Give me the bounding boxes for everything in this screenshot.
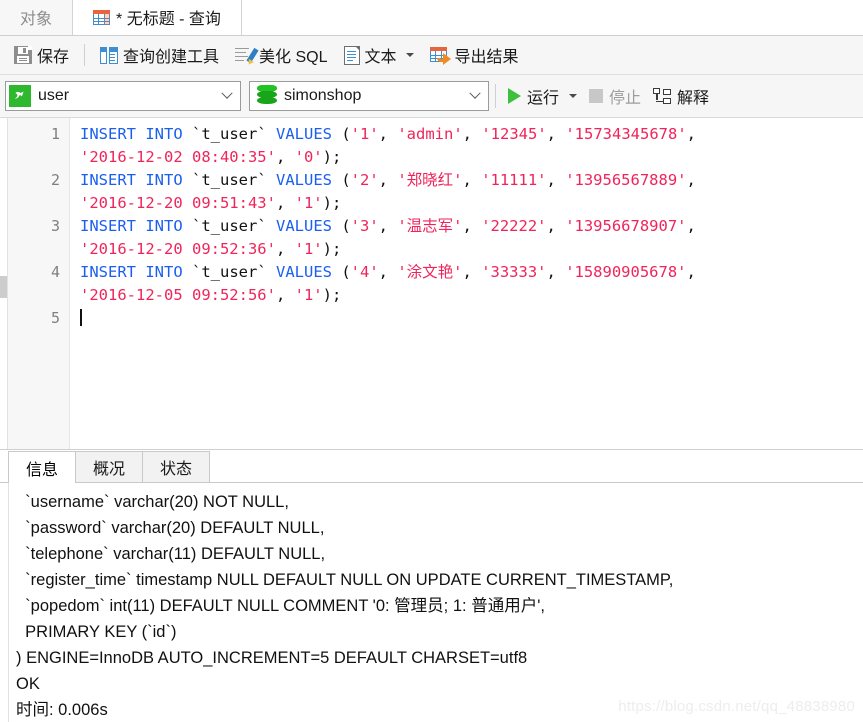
line-number-wrap: .	[8, 146, 69, 169]
result-panel: 信息 概况 状态 `username` varchar(20) NOT NULL, …	[0, 450, 863, 722]
code-line-continuation: '2016-12-05 09:52:56', '1');	[80, 286, 342, 304]
line-number-wrap: .	[8, 192, 69, 215]
result-tab-label: 信息	[26, 461, 59, 479]
tab-query[interactable]: * 无标题 - 查询	[73, 0, 242, 35]
run-button[interactable]: 运行	[502, 81, 583, 111]
result-tab-2[interactable]: 状态	[142, 451, 211, 482]
database-dropdown-arrow[interactable]	[462, 82, 488, 110]
connection-dropdown-arrow[interactable]	[214, 82, 240, 110]
query-builder-label: 查询创建工具	[123, 49, 220, 66]
export-result-icon	[429, 46, 451, 65]
line-number-wrap: .	[8, 284, 69, 307]
text-cursor	[80, 309, 82, 326]
editor-line-number-gutter: 1. 2. 3. 4. 5	[8, 118, 70, 449]
result-output-line: 时间: 0.006s	[16, 701, 108, 719]
line-number-wrap: .	[8, 238, 69, 261]
stop-square-icon	[589, 89, 604, 103]
result-output-line: `telephone` varchar(11) DEFAULT NULL,	[16, 545, 326, 563]
save-button-label: 保存	[37, 49, 70, 66]
result-output-line: `register_time` timestamp NULL DEFAULT N…	[16, 571, 674, 589]
export-result-button[interactable]: 导出结果	[422, 40, 527, 70]
editor-scroll-thumb[interactable]	[0, 276, 7, 298]
sql-editor[interactable]: 1. 2. 3. 4. 5 INSERT INTO `t_user` VALUES ('…	[0, 118, 863, 450]
beautify-pencil-icon	[235, 47, 259, 66]
result-body: `username` varchar(20) NOT NULL, `passwo…	[0, 483, 863, 722]
result-output-line: `password` varchar(20) DEFAULT NULL,	[16, 519, 325, 537]
result-left-rail	[0, 483, 9, 722]
explain-button-label: 解释	[677, 90, 710, 107]
toolbar2-separator	[495, 84, 496, 108]
document-text-icon	[343, 45, 360, 65]
connection-value: user	[38, 87, 70, 104]
text-view-button[interactable]: 文本	[336, 40, 422, 70]
save-button[interactable]: 保存	[6, 40, 77, 70]
save-floppy-icon	[14, 46, 32, 64]
mysql-dolphin-icon	[9, 85, 31, 107]
play-icon	[508, 88, 521, 104]
toolbar-separator	[84, 44, 86, 66]
explain-plan-icon	[653, 88, 672, 104]
query-builder-icon	[100, 46, 119, 64]
code-line: INSERT INTO `t_user` VALUES ('1', 'admin…	[80, 125, 697, 143]
code-line-continuation: '2016-12-20 09:51:43', '1');	[80, 194, 342, 212]
tabbar-filler	[241, 0, 863, 35]
run-chevron-down-icon[interactable]	[569, 94, 578, 98]
grid-table-icon	[93, 9, 111, 25]
beautify-sql-label: 美化 SQL	[259, 49, 328, 66]
stop-button[interactable]: 停止	[583, 81, 647, 111]
beautify-sql-button[interactable]: 美化 SQL	[227, 40, 335, 70]
result-output-line: `username` varchar(20) NOT NULL,	[16, 493, 289, 511]
code-line: INSERT INTO `t_user` VALUES ('2', '郑晓红',…	[80, 171, 696, 189]
query-builder-button[interactable]: 查询创建工具	[92, 40, 227, 70]
code-line: INSERT INTO `t_user` VALUES ('3', '温志军',…	[80, 217, 696, 235]
result-output-line: `popedom` int(11) DEFAULT NULL COMMENT '…	[16, 597, 545, 615]
code-line-continuation: '2016-12-20 09:52:36', '1');	[80, 240, 342, 258]
result-output-text: `username` varchar(20) NOT NULL, `passwo…	[9, 483, 863, 722]
connection-select[interactable]: user	[5, 81, 241, 111]
result-tab-1[interactable]: 概况	[75, 451, 144, 482]
tab-query-label: * 无标题 - 查询	[116, 11, 221, 28]
tab-object[interactable]: 对象	[0, 0, 74, 35]
export-result-label: 导出结果	[454, 49, 519, 66]
line-number: 3	[50, 217, 60, 235]
database-select[interactable]: simonshop	[249, 81, 489, 111]
text-view-label: 文本	[364, 49, 397, 66]
run-button-label: 运行	[527, 90, 560, 107]
line-number: 5	[50, 309, 60, 327]
result-tab-label: 概况	[93, 461, 126, 478]
database-cylinder-icon	[257, 85, 277, 107]
main-toolbar: 保存 查询创建工具 美化 SQL 文本 导出结果	[0, 36, 863, 75]
connection-toolbar: user simonshop 运行 停止 解释	[0, 75, 863, 118]
editor-code-area[interactable]: INSERT INTO `t_user` VALUES ('1', 'admin…	[70, 118, 863, 449]
stop-button-label: 停止	[609, 90, 642, 107]
navicat-query-window: 对象 * 无标题 - 查询 保存 查询创建工具 美化 SQL 文本 导出结果 u…	[0, 0, 863, 722]
code-line-continuation: '2016-12-02 08:40:35', '0');	[80, 148, 342, 166]
result-output-line: OK	[16, 675, 40, 693]
explain-button[interactable]: 解释	[647, 81, 715, 111]
result-output-line: ) ENGINE=InnoDB AUTO_INCREMENT=5 DEFAULT…	[16, 649, 528, 667]
chevron-down-icon[interactable]	[405, 53, 414, 57]
code-line: INSERT INTO `t_user` VALUES ('4', '涂文艳',…	[80, 263, 696, 281]
result-tab-0[interactable]: 信息	[8, 451, 77, 483]
editor-left-rail[interactable]	[0, 118, 8, 449]
result-output-line: PRIMARY KEY (`id`)	[16, 623, 177, 641]
code-line-empty[interactable]	[80, 307, 863, 330]
line-number: 1	[50, 125, 60, 143]
result-tab-label: 状态	[160, 461, 193, 478]
line-number: 2	[50, 171, 60, 189]
database-value: simonshop	[284, 87, 362, 104]
result-tabbar: 信息 概况 状态	[0, 450, 863, 483]
line-number: 4	[50, 263, 60, 281]
tab-object-label: 对象	[20, 11, 53, 28]
window-tabbar: 对象 * 无标题 - 查询	[0, 0, 863, 36]
